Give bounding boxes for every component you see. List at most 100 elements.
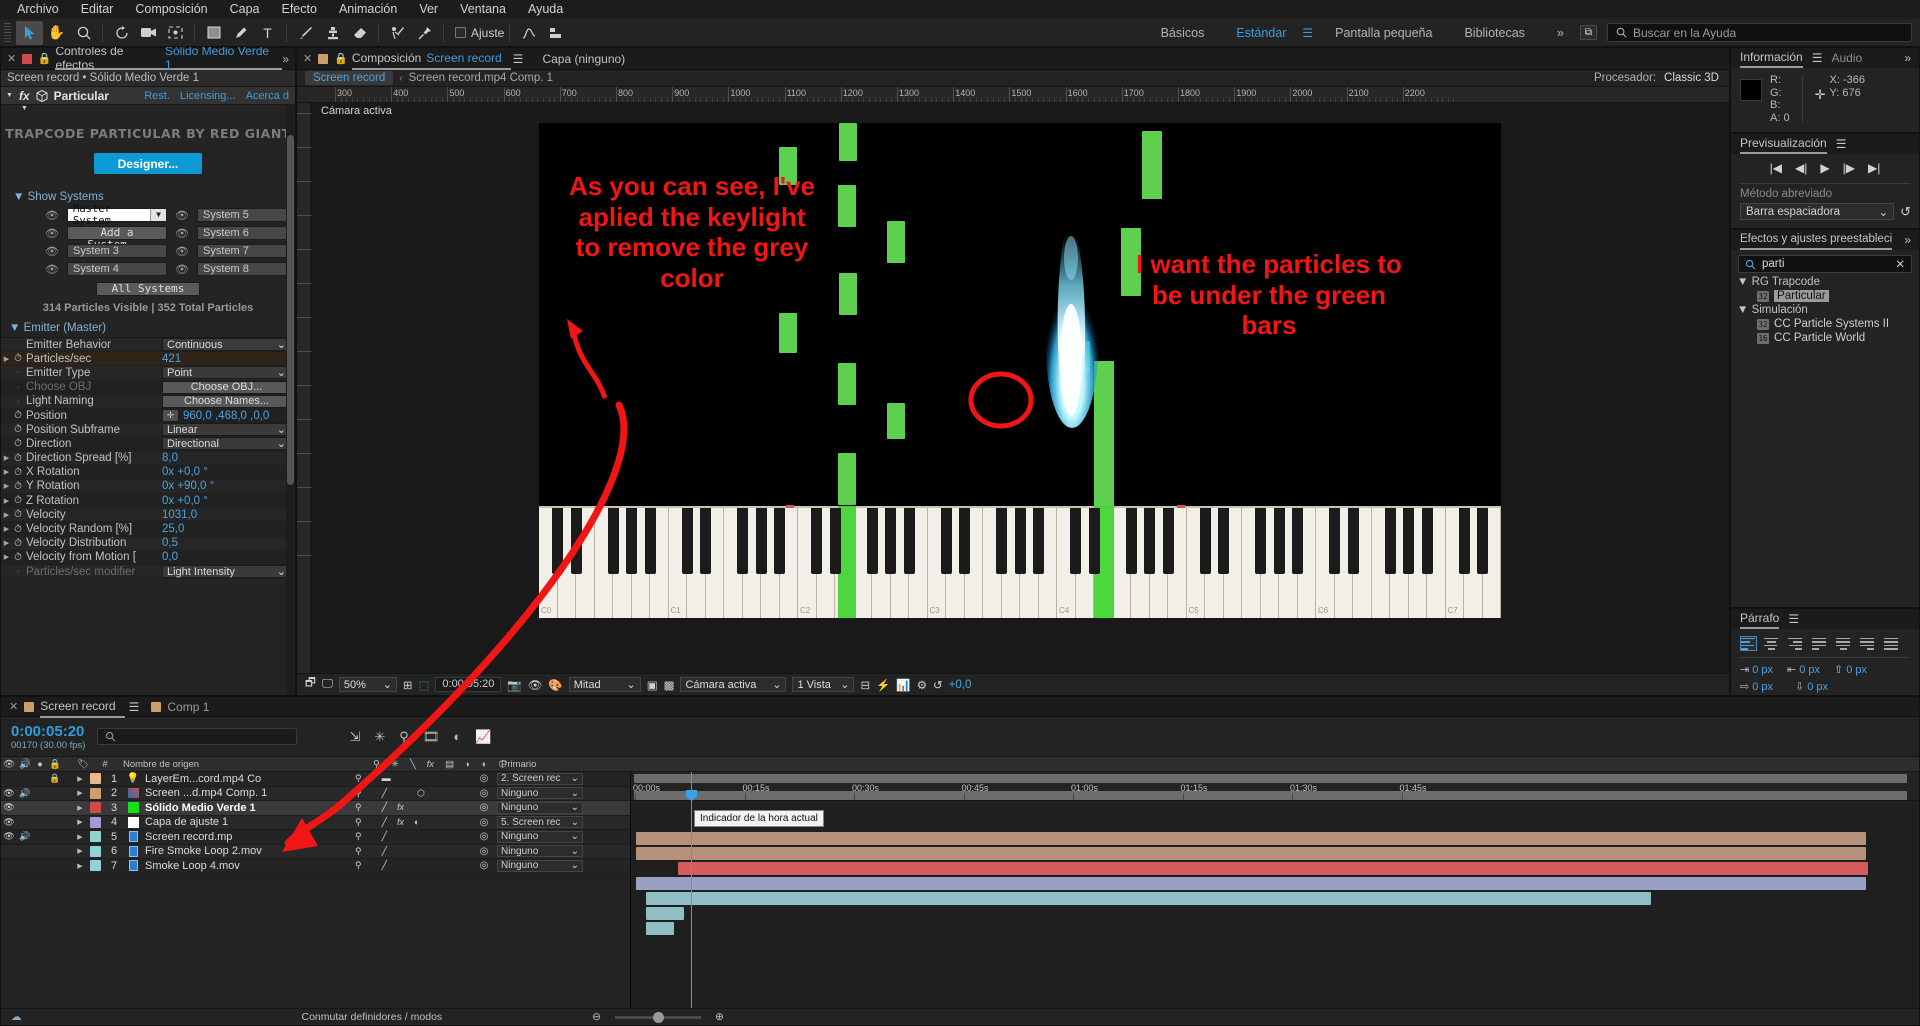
layer-lock-toggle[interactable] — [47, 859, 63, 873]
effect-list-item[interactable]: 32 CC Particle Systems II — [1731, 317, 1919, 331]
composition-canvas-area[interactable]: Cámara activa As you can see, I've aplie… — [311, 103, 1729, 673]
eraser-tool-icon[interactable] — [346, 21, 373, 45]
camera-tool-icon[interactable] — [135, 21, 162, 45]
property-dropdown[interactable]: Directional ⌄ — [162, 437, 291, 451]
eye-icon-1[interactable]: 👁 — [43, 209, 61, 222]
stopwatch-icon[interactable]: · — [12, 382, 24, 393]
property-value[interactable]: 25,0 — [160, 523, 295, 535]
disclosure-triangle[interactable]: ▶ — [1, 355, 12, 363]
piano-black-key[interactable] — [1458, 508, 1470, 574]
timeline-render-icon[interactable]: ☁ — [1, 1011, 22, 1023]
align-left-button[interactable] — [1740, 636, 1757, 651]
piano-black-key[interactable] — [1292, 508, 1303, 574]
layer-label-color[interactable] — [87, 801, 103, 815]
toolbar-grip[interactable] — [4, 22, 11, 43]
property-value[interactable]: 0x +0,0 ° — [160, 495, 295, 507]
pen-tool-icon[interactable] — [227, 21, 254, 45]
layer-expand-triangle[interactable]: ▶ — [73, 816, 87, 830]
always-preview-icon[interactable]: 🗗 — [305, 675, 316, 694]
effect-property-row[interactable]: ▶ ⏱ Z Rotation 0x +0,0 ° — [1, 494, 295, 509]
workspace-bibliotecas[interactable]: Bibliotecas — [1448, 26, 1540, 40]
reset-exposure-icon[interactable]: ↺ — [933, 678, 943, 692]
piano-black-key[interactable] — [885, 508, 896, 574]
piano-black-key[interactable] — [552, 508, 563, 574]
tab-composition[interactable]: Composición Screen record — [351, 48, 511, 70]
reset-shortcut-icon[interactable]: ↺ — [1900, 204, 1911, 220]
effect-property-row[interactable]: ▶ ⏱ Velocity Random [%] 25,0 — [1, 522, 295, 537]
tab-timeline-comp1[interactable]: Comp 1 — [167, 696, 218, 718]
piano-black-key[interactable] — [1014, 508, 1026, 574]
piano-black-key[interactable] — [1144, 508, 1155, 574]
parent-pickwhip-icon[interactable]: ◎ — [471, 859, 497, 873]
layer-switches[interactable]: ⚲ ╱ fx — [351, 802, 471, 813]
first-frame-button[interactable]: |◀ — [1770, 161, 1782, 175]
layer-lock-toggle[interactable] — [47, 845, 63, 859]
piano-black-key[interactable] — [1088, 508, 1100, 574]
align-right-button[interactable] — [1788, 636, 1805, 651]
piano-black-key[interactable] — [811, 508, 822, 574]
layer-lock-toggle[interactable] — [47, 801, 63, 815]
layer-label-color[interactable] — [87, 816, 103, 830]
views-select[interactable]: 1 Vista ⌄ — [792, 677, 855, 692]
eye-icon-3[interactable]: 👁 — [43, 245, 61, 258]
effect-property-row[interactable]: ▶ ⏱ Velocity from Motion [0,0 — [1, 550, 295, 565]
property-value[interactable]: 421 — [160, 353, 295, 365]
effects-category[interactable]: ▼ RG Trapcode — [1731, 275, 1919, 289]
stopwatch-icon[interactable]: ⏱ — [12, 453, 24, 464]
piano-black-key[interactable] — [903, 508, 915, 574]
effect-property-row[interactable]: ⏱ Position ✛ 960,0 ,468,0 ,0,0 — [1, 408, 295, 424]
system-5-field[interactable]: System 5 — [197, 208, 295, 222]
piano-black-key[interactable] — [737, 508, 748, 574]
comp-lock-icon[interactable]: 🔒 — [334, 52, 348, 65]
effect-property-row[interactable]: ▶ ⏱ Particles/sec 421 — [1, 352, 295, 367]
composition-mini-flowchart-icon[interactable]: ⇲ — [349, 729, 360, 745]
zoom-out-icon[interactable]: ⊖ — [592, 1011, 601, 1023]
layer-name[interactable]: Screen record.mp — [141, 831, 351, 843]
layer-parent-select[interactable]: Ninguno ⌄ — [497, 787, 583, 800]
timeline-layer-row[interactable]: ▶ 7 Smoke Loop 4.mov ⚲ ╱ ◎ Ninguno ⌄ — [1, 859, 630, 874]
stopwatch-icon[interactable]: ⏱ — [12, 438, 24, 449]
next-frame-button[interactable]: |▶ — [1843, 161, 1855, 175]
tab-informacion[interactable]: Información — [1740, 48, 1803, 68]
last-frame-button[interactable]: ▶| — [1868, 161, 1880, 175]
effects-overflow-icon[interactable]: » — [1904, 233, 1919, 247]
menu-capa[interactable]: Capa — [219, 0, 271, 19]
timeline-search-input[interactable] — [97, 728, 298, 745]
piano-black-key[interactable] — [1347, 508, 1359, 574]
layer-solo-toggle[interactable] — [33, 801, 47, 815]
view-select[interactable]: Cámara activa ⌄ — [680, 677, 787, 692]
shortcut-select[interactable]: Barra espaciadora ⌄ — [1740, 203, 1895, 220]
effect-property-row[interactable]: ⏱ Direction Directional ⌄ — [1, 437, 295, 452]
eye-icon-2[interactable]: 👁 — [43, 227, 61, 240]
parent-pickwhip-icon[interactable]: ◎ — [471, 845, 497, 859]
layer-switches[interactable]: ⚲ ╱ — [351, 846, 471, 857]
layer-expand-triangle[interactable]: ▶ — [73, 845, 87, 859]
current-time-indicator[interactable] — [691, 772, 692, 1008]
layer-parent-select[interactable]: Ninguno ⌄ — [497, 845, 583, 858]
property-value[interactable]: 0x +90,0 ° — [160, 480, 295, 492]
property-value[interactable]: Point ⌄ — [160, 366, 295, 380]
comp-close-icon[interactable]: ✕ — [303, 52, 312, 65]
zoom-select[interactable]: 50% ⌄ — [338, 677, 397, 692]
property-button[interactable]: Choose OBJ... — [162, 380, 291, 394]
piano-black-key[interactable] — [1033, 508, 1044, 574]
current-time-display[interactable]: 0:00:05:20 — [435, 677, 502, 692]
piano-black-key[interactable] — [626, 508, 637, 574]
zoom-tool-icon[interactable] — [70, 21, 97, 45]
timeline-layer-row[interactable]: 👁 🔊 ▶ 5 Screen record.mp ⚲ ╱ ◎ Ninguno ⌄ — [1, 830, 630, 845]
layer-name[interactable]: Fire Smoke Loop 2.mov — [141, 845, 351, 857]
menu-archivo[interactable]: Archivo — [6, 0, 70, 19]
snap-checkbox[interactable] — [455, 27, 466, 38]
layer-solo-toggle[interactable] — [33, 816, 47, 830]
layer-audio-toggle[interactable] — [17, 801, 33, 815]
paragraph-menu-icon[interactable]: ☰ — [1788, 612, 1799, 626]
layer-switches[interactable]: ⚲ ╱ ⬡ — [351, 788, 471, 799]
disclosure-triangle[interactable]: ▶ — [1, 482, 12, 490]
layer-expand-triangle[interactable]: ▶ — [73, 787, 87, 801]
hand-tool-icon[interactable]: ✋ — [43, 21, 70, 45]
3d-renderer-icon[interactable]: ⚙ — [917, 678, 927, 692]
piano-black-key[interactable] — [570, 508, 582, 574]
menu-ver[interactable]: Ver — [408, 0, 449, 19]
effect-controls-scrollbar[interactable] — [286, 105, 295, 695]
stopwatch-icon[interactable]: ⏱ — [12, 495, 24, 506]
